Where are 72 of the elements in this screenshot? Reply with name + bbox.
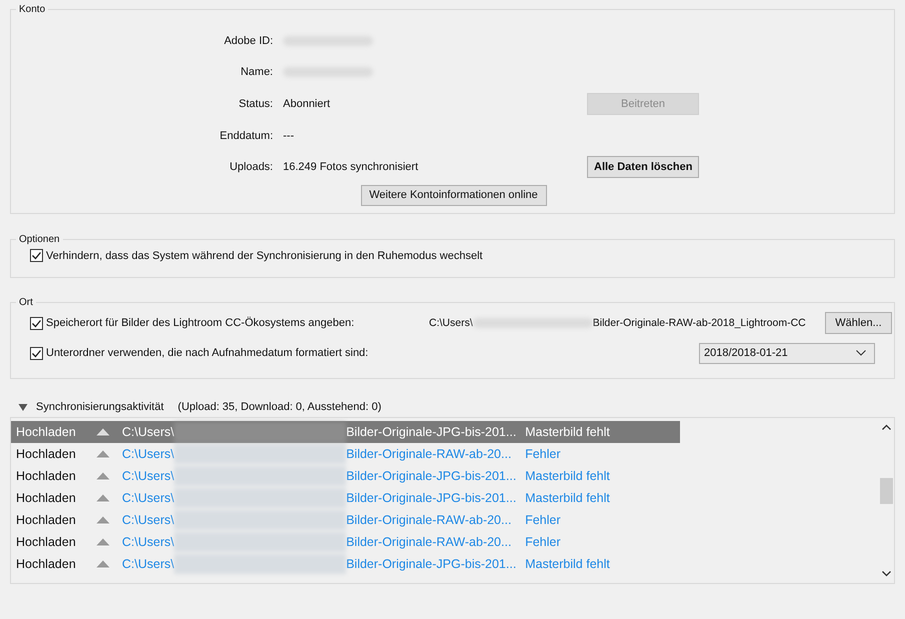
group-title: Optionen xyxy=(18,234,61,245)
action-text: Hochladen xyxy=(16,447,77,461)
sync-row[interactable]: Hochladen C:\Users\ Bilder-Originale-RAW-ab-20... Fehler xyxy=(11,443,680,465)
date-format-dropdown[interactable]: 2018/2018-01-21 xyxy=(699,342,875,364)
path-text: C:\Users\ xyxy=(122,557,174,571)
field-label: Enddatum: xyxy=(218,130,273,142)
group-title: Synchronisierungsaktivität xyxy=(36,401,164,413)
choose-button[interactable]: Wählen... xyxy=(825,312,892,334)
scroll-up-icon[interactable] xyxy=(882,424,890,430)
status-text: Masterbild fehlt xyxy=(525,491,610,505)
action-text: Hochladen xyxy=(16,535,77,549)
action-button[interactable]: Alle Daten löschen xyxy=(587,156,699,178)
upload-triangle-icon xyxy=(96,428,110,436)
sync-row[interactable]: Hochladen C:\Users\ Bilder-Originale-JPG-bis-201... Masterbild fehlt xyxy=(11,465,680,487)
sync-summary: (Upload: 35, Download: 0, Ausstehend: 0) xyxy=(178,401,382,413)
scroll-thumb[interactable] xyxy=(880,478,892,504)
checkbox-label: Verhindern, dass das System während der Synchronisierung in den Ruhemodus wechselt xyxy=(46,250,483,262)
more-info-button[interactable]: Weitere Kontoinformationen online xyxy=(360,184,546,206)
status-text: Masterbild fehlt xyxy=(525,425,610,439)
path-text: C:\Users\ xyxy=(122,425,174,439)
group-title: Ort xyxy=(18,297,34,308)
field-value: --- xyxy=(283,130,294,142)
path-text: C:\Users\ xyxy=(122,447,174,461)
sync-row[interactable]: Hochladen C:\Users\ Bilder-Originale-RAW-ab-20... Fehler xyxy=(11,531,680,553)
file-name: Bilder-Originale-JPG-bis-201... xyxy=(346,469,518,483)
path-text: C:\Users\ xyxy=(122,513,174,527)
upload-triangle-icon xyxy=(96,538,110,546)
action-text: Hochladen xyxy=(16,491,77,505)
upload-triangle-icon xyxy=(96,516,110,524)
file-name: Bilder-Originale-RAW-ab-20... xyxy=(346,535,512,549)
checkbox[interactable] xyxy=(30,249,43,262)
path-text: C:\Users\ xyxy=(429,317,473,329)
sync-row[interactable]: Hochladen C:\Users\ Bilder-Originale-RAW-ab-20... Fehler xyxy=(11,509,680,531)
status-text: Masterbild fehlt xyxy=(525,469,610,483)
path-text: C:\Users\ xyxy=(122,535,174,549)
upload-triangle-icon xyxy=(96,560,110,568)
status-text: Fehler xyxy=(525,447,561,461)
field-value: 16.249 Fotos synchronisiert xyxy=(283,161,418,174)
file-name: Bilder-Originale-JPG-bis-201... xyxy=(346,425,518,439)
status-text: Fehler xyxy=(525,535,561,549)
checkbox-label: Unterordner verwenden, die nach Aufnahmedatum formatiert sind: xyxy=(46,347,370,359)
sync-row[interactable]: Hochladen C:\Users\ Bilder-Originale-JPG-bis-201... Masterbild fehlt xyxy=(11,421,680,443)
sync-row[interactable]: Hochladen C:\Users\ Bilder-Originale-JPG-bis-201... Masterbild fehlt xyxy=(11,487,680,509)
field-label: Name: xyxy=(240,66,273,78)
status-text: Fehler xyxy=(525,513,561,527)
expand-triangle-icon[interactable] xyxy=(18,402,28,412)
file-name: Bilder-Originale-RAW-ab-20... xyxy=(346,513,512,527)
action-text: Hochladen xyxy=(16,557,77,571)
file-name: Bilder-Originale-JPG-bis-201... xyxy=(346,491,518,505)
action-text: Hochladen xyxy=(16,469,77,483)
checkbox-label: Speicherort für Bilder des Lightroom CC-Ökosystems angeben: xyxy=(46,317,356,329)
path-text: C:\Users\ xyxy=(122,491,174,505)
checkbox[interactable] xyxy=(30,316,43,330)
checkbox[interactable] xyxy=(30,346,43,360)
field-label: Status: xyxy=(238,98,273,110)
chevron-down-icon xyxy=(856,350,866,356)
action-text: Hochladen xyxy=(16,513,77,527)
file-name: Bilder-Originale-JPG-bis-201... xyxy=(346,557,518,571)
file-name: Bilder-Originale-RAW-ab-20... xyxy=(346,447,512,461)
action-text: Hochladen xyxy=(16,425,77,439)
field-value: Abonniert xyxy=(283,98,330,110)
upload-triangle-icon xyxy=(96,472,110,480)
upload-triangle-icon xyxy=(96,450,110,458)
field-label: Uploads: xyxy=(228,161,273,174)
status-text: Masterbild fehlt xyxy=(525,557,610,571)
path-text: C:\Users\ xyxy=(122,469,174,483)
path-text: Bilder-Originale-RAW-ab-2018_Lightroom-CC xyxy=(592,317,806,329)
scroll-down-icon[interactable] xyxy=(882,571,890,577)
upload-triangle-icon xyxy=(96,494,110,502)
field-label: Adobe ID: xyxy=(223,34,273,47)
sync-row[interactable]: Hochladen C:\Users\ Bilder-Originale-JPG-bis-201... Masterbild fehlt xyxy=(11,553,680,575)
group-title: Konto xyxy=(18,4,46,15)
